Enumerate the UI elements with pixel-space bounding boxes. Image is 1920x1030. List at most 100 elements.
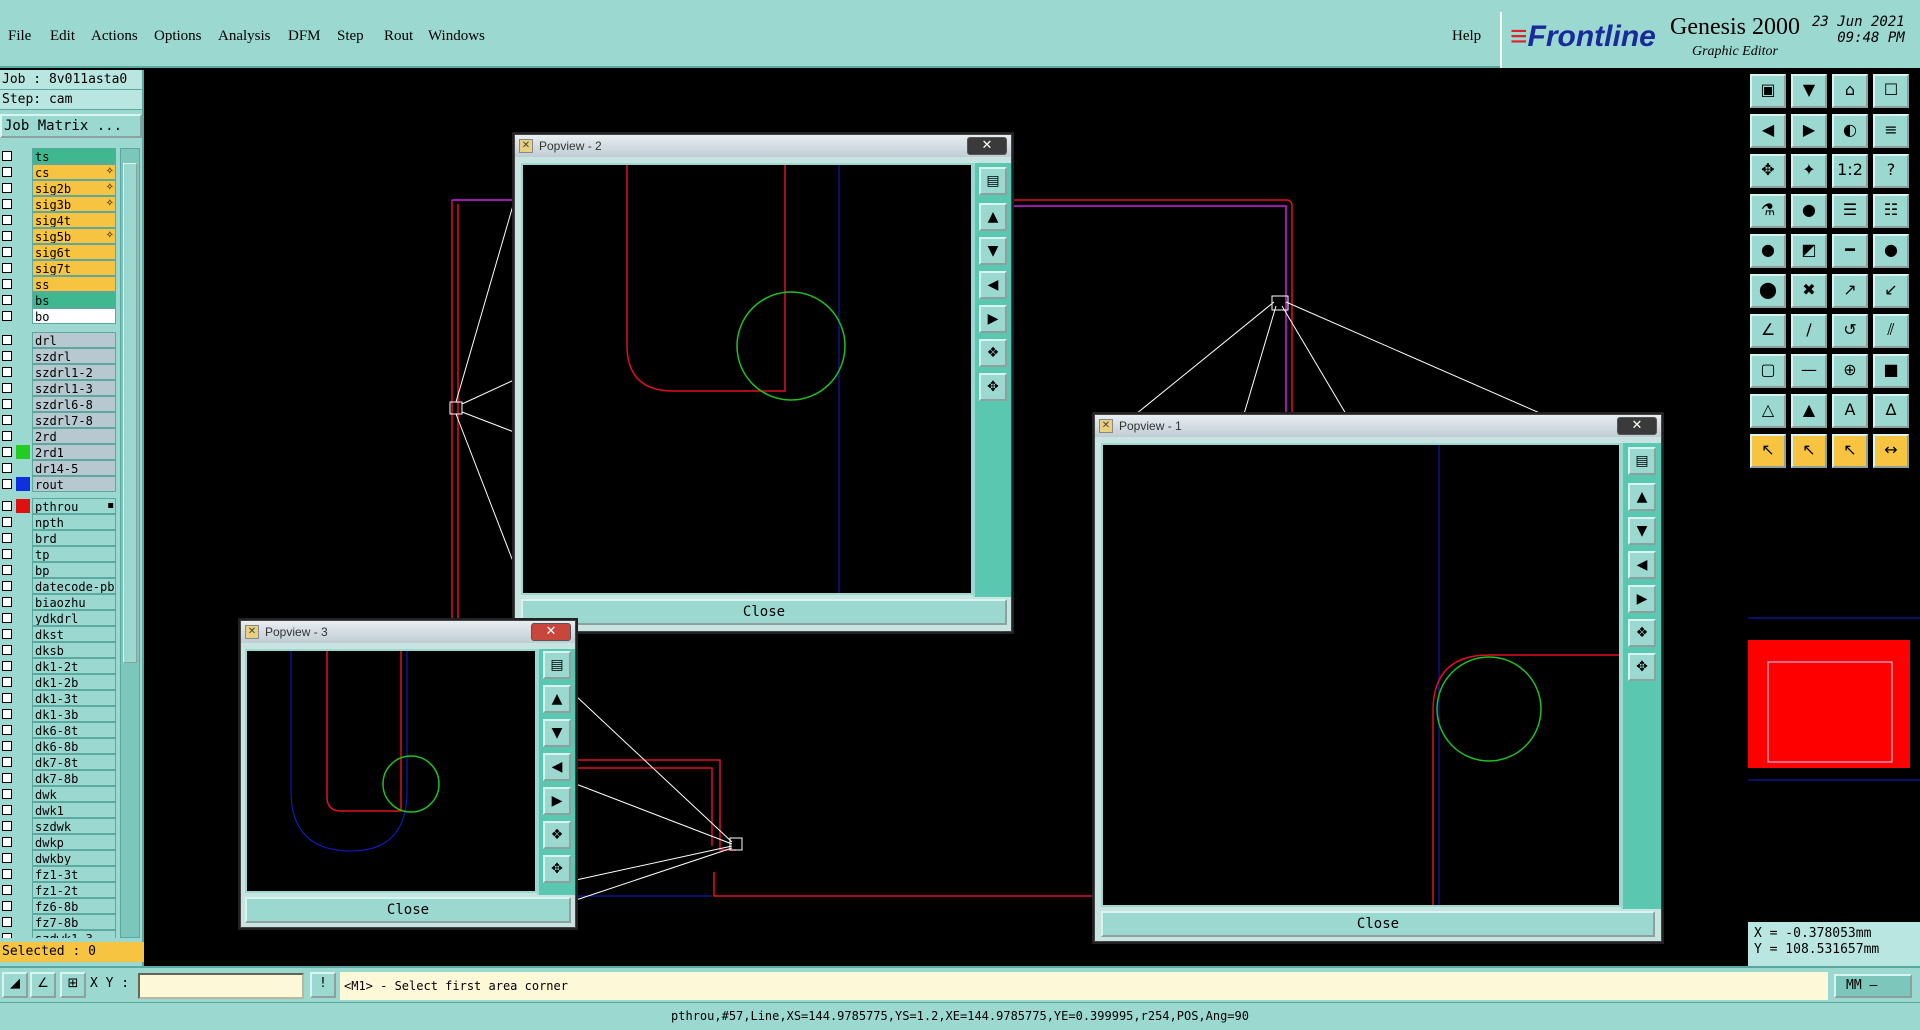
layer-row[interactable]: ydkdrl <box>0 610 118 626</box>
zoom-out-icon[interactable]: ✥ <box>979 373 1007 401</box>
pan-down-icon[interactable]: ▼ <box>543 719 571 747</box>
pan-left-icon[interactable]: ◀ <box>979 271 1007 299</box>
home-icon[interactable]: ⌂ <box>1832 74 1868 108</box>
overview-panel[interactable] <box>1748 478 1920 922</box>
parallel-icon[interactable]: ⫽ <box>1873 314 1909 348</box>
layer-row[interactable]: szdrl1-3 <box>0 380 118 396</box>
layer-row[interactable]: dkst <box>0 626 118 642</box>
layer-checkbox[interactable] <box>2 885 12 895</box>
layer-checkbox[interactable] <box>2 933 12 938</box>
layer-checkbox[interactable] <box>2 917 12 927</box>
popview-3-close-button[interactable]: Close <box>245 897 571 923</box>
layer-checkbox[interactable] <box>2 677 12 687</box>
job-matrix-button[interactable]: Job Matrix ... <box>0 114 142 138</box>
target-icon[interactable]: ⊕ <box>1832 354 1868 388</box>
delta-icon[interactable]: ∆ <box>1873 394 1909 428</box>
zoom-out-icon[interactable]: ✥ <box>1628 653 1656 681</box>
zoom-out-icon[interactable]: ✥ <box>543 855 571 883</box>
layer-checkbox[interactable] <box>2 853 12 863</box>
popview-1-close-button[interactable]: Close <box>1101 911 1655 937</box>
pad-icon[interactable]: ● <box>1750 234 1786 268</box>
split-icon[interactable]: ◐ <box>1832 114 1868 148</box>
layer-row[interactable]: dk1-2t <box>0 658 118 674</box>
angle-icon[interactable]: ∠ <box>1750 314 1786 348</box>
layer-row[interactable]: sig5b ✧ <box>0 228 118 244</box>
units-selector[interactable]: MM — <box>1834 974 1912 998</box>
popview-2-titlebar[interactable]: ✕ Popview - 2 ✕ <box>515 135 1011 157</box>
layer-checkbox[interactable] <box>2 869 12 879</box>
layer-row[interactable]: szdwk <box>0 818 118 834</box>
menu-rout[interactable]: Rout <box>384 28 413 45</box>
open-icon[interactable]: ▣ <box>1750 74 1786 108</box>
xy-input[interactable] <box>138 973 304 999</box>
layer-row[interactable]: dk6-8b <box>0 738 118 754</box>
layer-checkbox[interactable] <box>2 479 12 489</box>
scale-icon[interactable]: 1:2 <box>1832 154 1868 188</box>
pan-right-icon[interactable]: ▶ <box>543 787 571 815</box>
layer-checkbox[interactable] <box>2 351 12 361</box>
close-icon[interactable]: ✕ <box>1617 417 1657 435</box>
pan-right-icon[interactable]: ▶ <box>1628 585 1656 613</box>
layers-icon[interactable]: ☰ <box>1832 194 1868 228</box>
shade-icon[interactable]: ◩ <box>1791 234 1827 268</box>
save-icon[interactable]: ▼ <box>1791 74 1827 108</box>
layer-row[interactable]: sig4t <box>0 212 118 228</box>
layer-row[interactable]: fz7-8b <box>0 914 118 930</box>
zoom-in-icon[interactable]: ❖ <box>979 339 1007 367</box>
layer-row[interactable]: fz1-2t <box>0 882 118 898</box>
layer-checkbox[interactable] <box>2 151 12 161</box>
layer-row[interactable]: brd <box>0 530 118 546</box>
box-icon[interactable]: ▢ <box>1750 354 1786 388</box>
layer-checkbox[interactable] <box>2 805 12 815</box>
help-icon[interactable]: ? <box>1873 154 1909 188</box>
layer-row[interactable]: dk1-3b <box>0 706 118 722</box>
layer-row[interactable]: pthrou ▪ <box>0 498 118 514</box>
layer-checkbox[interactable] <box>2 463 12 473</box>
layer-checkbox[interactable] <box>2 565 12 575</box>
dash-icon[interactable]: — <box>1791 354 1827 388</box>
layer-checkbox[interactable] <box>2 383 12 393</box>
layer-scrollbar[interactable] <box>120 148 140 938</box>
layer-row[interactable]: fz6-8b <box>0 898 118 914</box>
grid-icon[interactable]: ⊞ <box>60 972 86 998</box>
layer-row[interactable]: ss <box>0 276 118 292</box>
layer-row[interactable]: dwkp <box>0 834 118 850</box>
pan-up-icon[interactable]: ▲ <box>1628 483 1656 511</box>
layer-row[interactable]: szdrl7-8 <box>0 412 118 428</box>
layer-checkbox[interactable] <box>2 279 12 289</box>
popview-3-titlebar[interactable]: ✕ Popview - 3 ✕ <box>241 621 575 643</box>
layer-row[interactable]: szdrl1-2 <box>0 364 118 380</box>
layer-row[interactable]: szdrl <box>0 348 118 364</box>
layer-checkbox[interactable] <box>2 645 12 655</box>
layer-row[interactable]: dksb <box>0 642 118 658</box>
layer-checkbox[interactable] <box>2 597 12 607</box>
zoom-in-icon[interactable]: ❖ <box>543 821 571 849</box>
layer-checkbox[interactable] <box>2 709 12 719</box>
layer-row[interactable]: dk1-3t <box>0 690 118 706</box>
fit-icon[interactable]: ✥ <box>1750 154 1786 188</box>
layer-checkbox[interactable] <box>2 629 12 639</box>
slash-icon[interactable]: ∕ <box>1791 314 1827 348</box>
layer-row[interactable]: dk7-8t <box>0 754 118 770</box>
layer-checkbox[interactable] <box>2 901 12 911</box>
layer-checkbox[interactable] <box>2 501 12 511</box>
line-icon[interactable]: ↙ <box>1873 274 1909 308</box>
layer-row[interactable]: szdrl6-8 <box>0 396 118 412</box>
stack-icon[interactable]: ☷ <box>1873 194 1909 228</box>
dot-icon[interactable]: ● <box>1873 234 1909 268</box>
zoom-window-icon[interactable]: ▤ <box>1628 447 1656 475</box>
window-icon[interactable]: ☐ <box>1873 74 1909 108</box>
layer-checkbox[interactable] <box>2 311 12 321</box>
select-alt-icon[interactable]: ↖ <box>1832 434 1868 468</box>
layer-checkbox[interactable] <box>2 415 12 425</box>
layer-row[interactable]: npth <box>0 514 118 530</box>
close-icon[interactable]: ✕ <box>531 623 571 641</box>
menu-help[interactable]: Help <box>1452 28 1481 45</box>
layer-row[interactable]: biaozhu <box>0 594 118 610</box>
layer-checkbox[interactable] <box>2 789 12 799</box>
layer-checkbox[interactable] <box>2 199 12 209</box>
pan-right-icon[interactable]: ▶ <box>979 305 1007 333</box>
layer-checkbox[interactable] <box>2 231 12 241</box>
layer-row[interactable]: sig7t <box>0 260 118 276</box>
layer-checkbox[interactable] <box>2 533 12 543</box>
